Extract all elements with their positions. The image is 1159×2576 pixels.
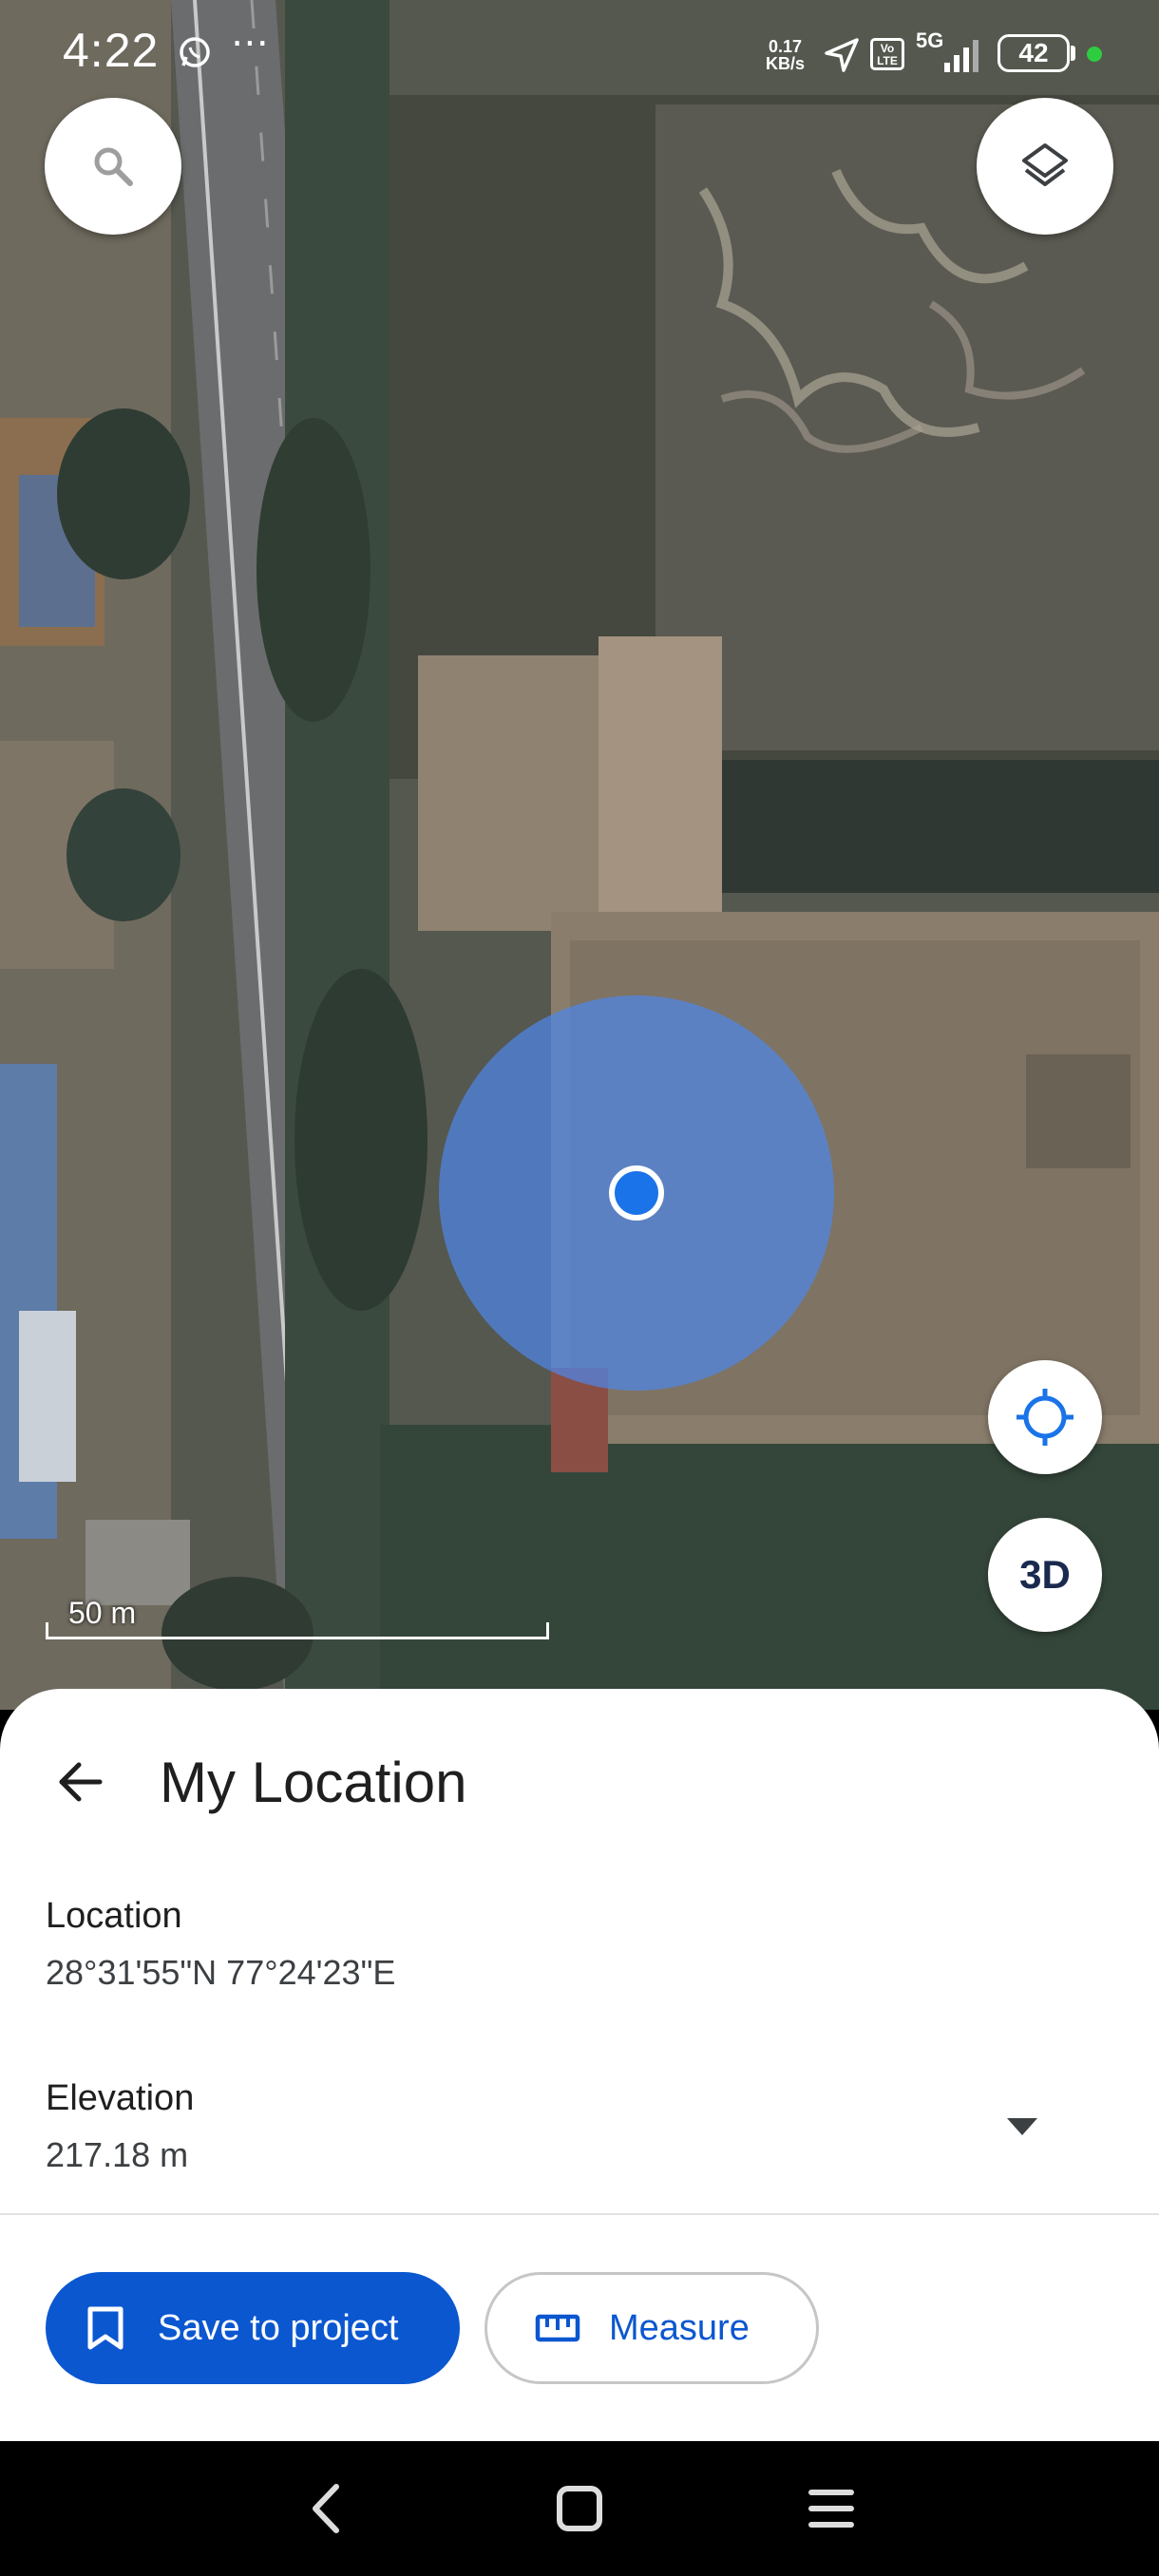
status-bar: 4:22 ⋯ 0.17 KB/s Vo LTE 5G 42: [0, 0, 1159, 104]
satellite-map[interactable]: 50 m: [0, 0, 1159, 1710]
whatsapp-icon: [180, 37, 210, 67]
search-icon: [94, 147, 133, 186]
location-value[interactable]: 28°31'55"N 77°24'23"E: [46, 1953, 395, 1993]
satellite-imagery: [0, 0, 1159, 1710]
location-label: Location: [46, 1896, 182, 1936]
page-title: My Location: [160, 1751, 467, 1814]
scale-bar: [46, 1622, 549, 1639]
search-button[interactable]: [45, 98, 181, 235]
ruler-icon: [535, 2314, 580, 2342]
measure-label: Measure: [609, 2307, 750, 2348]
back-nav-icon[interactable]: [294, 2475, 361, 2542]
elevation-label: Elevation: [46, 2078, 195, 2118]
volte-line2: LTE: [877, 54, 898, 67]
expand-dropdown-icon[interactable]: [1003, 2114, 1041, 2139]
signal-icon: [944, 40, 978, 72]
battery-level: 42: [1018, 38, 1049, 67]
system-navigation-bar: [0, 2441, 1159, 2576]
map-scale: 50 m: [46, 1596, 549, 1639]
privacy-indicator-dot: [1087, 47, 1102, 62]
3d-toggle-button[interactable]: 3D: [988, 1518, 1102, 1632]
my-location-button[interactable]: [988, 1360, 1102, 1474]
net-speed-unit: KB/s: [766, 54, 806, 73]
measure-button[interactable]: Measure: [484, 2272, 819, 2384]
save-to-project-label: Save to project: [158, 2307, 399, 2348]
more-dots-icon: ⋯: [231, 22, 269, 64]
my-location-icon: [1016, 1389, 1074, 1446]
net-speed: 0.17 KB/s: [766, 38, 805, 72]
battery-icon: 42: [998, 34, 1070, 72]
arrow-back-icon: [59, 1762, 103, 1802]
net-speed-value: 0.17: [768, 37, 803, 56]
layers-icon: [1022, 143, 1068, 186]
divider: [0, 2213, 1159, 2215]
elevation-value: 217.18 m: [46, 2135, 189, 2174]
current-location-dot: [609, 1165, 664, 1221]
battery-tip: [1071, 46, 1075, 61]
sheet-header: My Location: [0, 1689, 1159, 1850]
3d-label: 3D: [1019, 1552, 1071, 1597]
back-button[interactable]: [42, 1744, 118, 1820]
home-nav-icon[interactable]: [546, 2475, 613, 2542]
layers-button[interactable]: [977, 98, 1113, 235]
volte-icon: Vo LTE: [870, 38, 904, 70]
status-time: 4:22: [63, 24, 160, 77]
bookmark-icon: [87, 2306, 124, 2350]
location-bottom-sheet: My Location Location 28°31'55"N 77°24'23…: [0, 1689, 1159, 2441]
save-to-project-button[interactable]: Save to project: [46, 2272, 460, 2384]
navigation-arrow-icon: [825, 38, 859, 72]
recents-nav-icon[interactable]: [798, 2475, 864, 2542]
